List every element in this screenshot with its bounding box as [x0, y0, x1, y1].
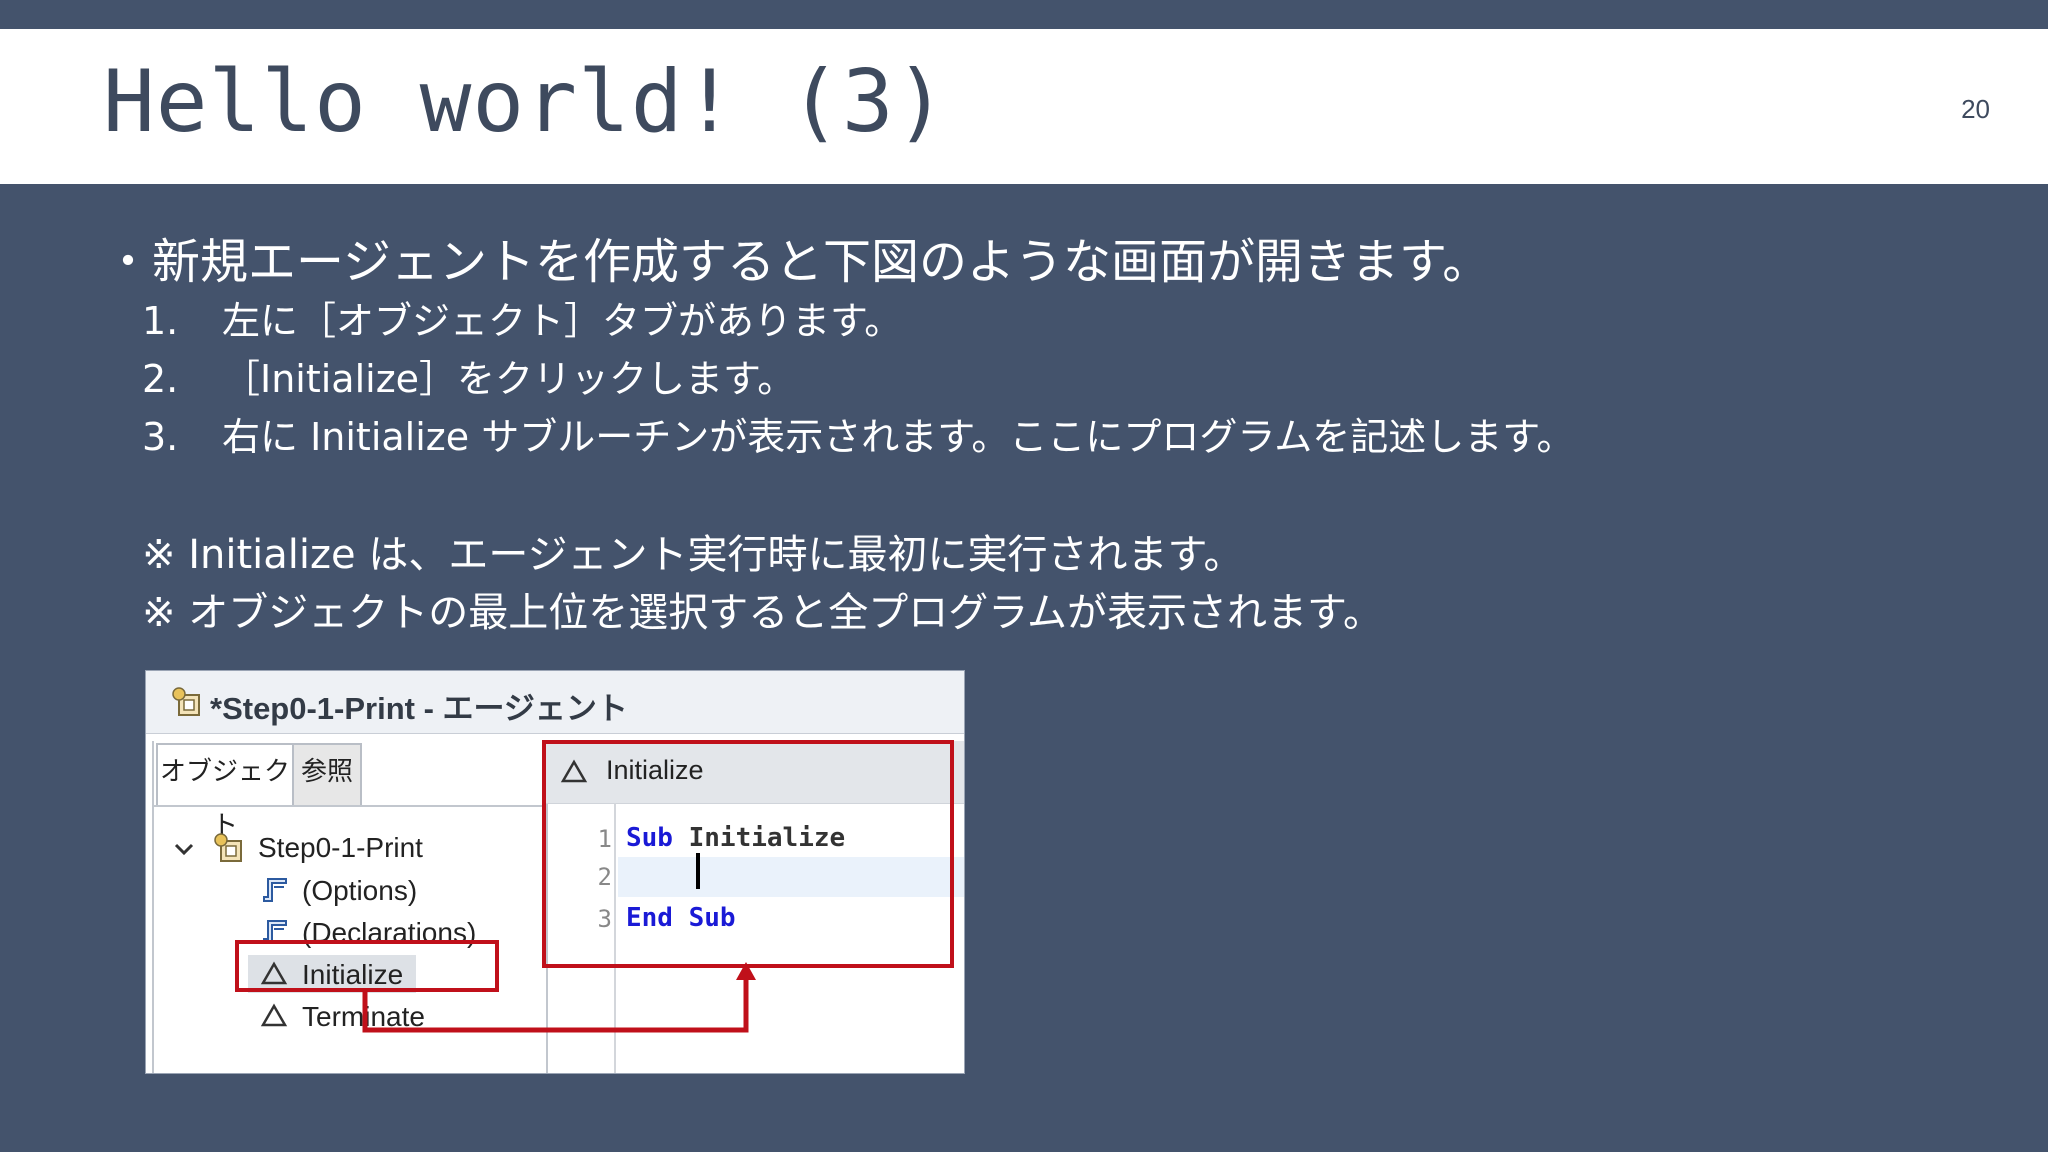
step-number: 1.	[142, 299, 179, 343]
script-icon	[263, 878, 287, 902]
note-1: ※ Initialize は、エージェント実行時に最初に実行されます。	[142, 532, 1244, 578]
step-1: 1. 左に［オブジェクト］タブがあります。	[142, 290, 902, 345]
tab-references[interactable]: 参照	[292, 743, 362, 805]
tree-item-options[interactable]: (Options)	[302, 875, 417, 907]
window-titlebar: *Step0-1-Print - エージェント	[146, 671, 964, 734]
step-3: 3. 右に Initialize サブルーチンが表示されます。ここにプログラムを記…	[142, 406, 1574, 461]
callout-arrow	[362, 962, 756, 1033]
step-number: 2.	[142, 357, 179, 401]
step-number: 3.	[142, 415, 179, 459]
tab-strip: オブジェクト 参照	[154, 743, 546, 841]
step-text: 左に［オブジェクト］タブがあります。	[222, 299, 903, 343]
tree-item-root[interactable]: Step0-1-Print	[258, 832, 423, 864]
page-number: 20	[1961, 94, 1990, 124]
bullet-text: ・新規エージェントを作成すると下図のような画面が開きます。	[104, 234, 1491, 290]
agent-icon	[214, 833, 242, 862]
tab-objects[interactable]: オブジェクト	[156, 743, 294, 841]
editor-callout-box	[542, 740, 954, 968]
slide-title: Hello world! (3)	[103, 52, 948, 152]
agent-icon	[172, 687, 200, 716]
chevron-down-icon[interactable]	[172, 837, 196, 861]
step-text: ［Initialize］をクリックします。	[222, 357, 796, 401]
window-title: *Step0-1-Print - エージェント	[210, 691, 628, 726]
note-2: ※ オブジェクトの最上位を選択すると全プログラムが表示されます。	[142, 590, 1384, 636]
step-2: 2. ［Initialize］をクリックします。	[142, 348, 795, 403]
triangle-icon	[260, 1003, 288, 1027]
step-text: 右に Initialize サブルーチンが表示されます。ここにプログラムを記述し…	[222, 415, 1575, 459]
